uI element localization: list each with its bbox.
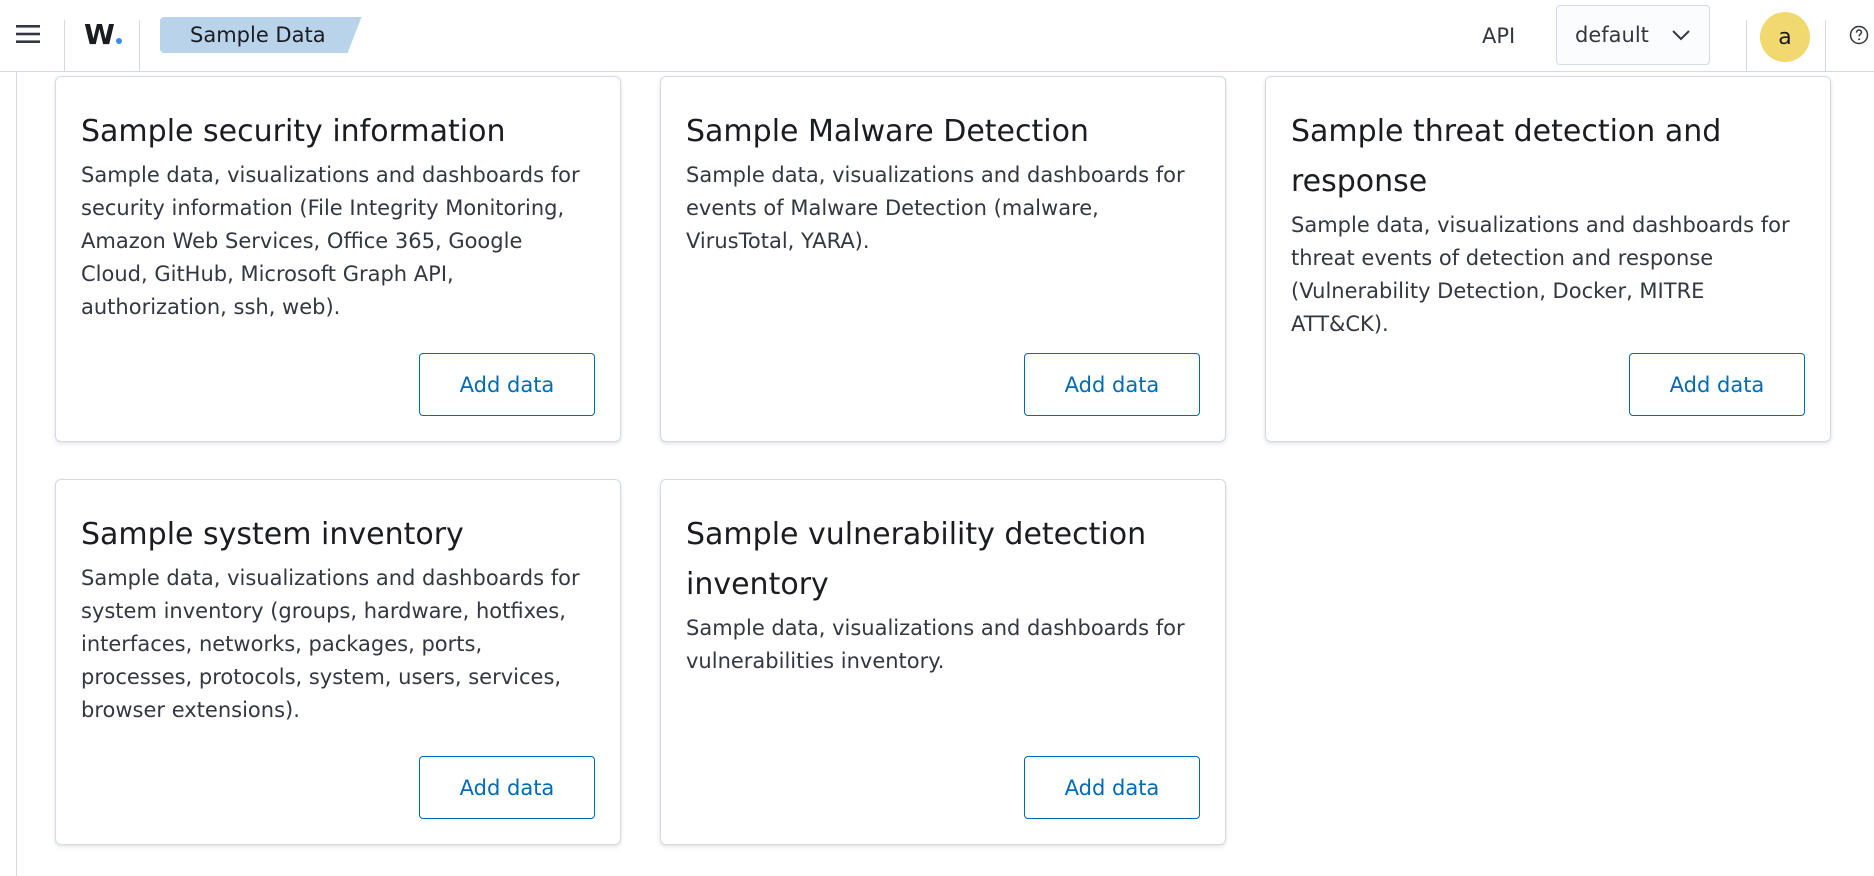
card-description: Sample data, visualizations and dashboar… — [81, 163, 580, 319]
header-divider — [1825, 20, 1826, 72]
menu-button[interactable] — [8, 14, 48, 54]
api-label: API — [1482, 24, 1516, 48]
breadcrumb-label: Sample Data — [190, 23, 326, 47]
user-avatar[interactable]: a — [1760, 12, 1810, 62]
add-data-button[interactable]: Add data — [1629, 353, 1805, 416]
sample-card-security: Sample security information Sample data,… — [55, 76, 621, 442]
card-title: Sample threat detection and response — [1291, 114, 1722, 199]
chevron-down-icon — [1672, 30, 1690, 41]
api-selector-value: default — [1575, 23, 1649, 47]
sample-card-threat: Sample threat detection and response Sam… — [1265, 76, 1831, 442]
card-description: Sample data, visualizations and dashboar… — [686, 163, 1185, 253]
side-rule — [16, 72, 17, 876]
top-header: W Sample Data API default a — [0, 0, 1874, 72]
api-link[interactable]: API — [1482, 18, 1515, 54]
card-title: Sample system inventory — [81, 517, 464, 552]
api-selector[interactable]: default — [1556, 5, 1710, 65]
add-data-button[interactable]: Add data — [419, 353, 595, 416]
card-title: Sample vulnerability detection inventory — [686, 517, 1147, 602]
sample-card-malware: Sample Malware Detection Sample data, vi… — [660, 76, 1226, 442]
sample-card-vulnerability: Sample vulnerability detection inventory… — [660, 479, 1226, 845]
header-divider — [1746, 20, 1747, 72]
help-button[interactable] — [1848, 24, 1870, 46]
add-data-button[interactable]: Add data — [1024, 353, 1200, 416]
add-data-button[interactable]: Add data — [1024, 756, 1200, 819]
avatar-initial: a — [1778, 24, 1792, 50]
add-data-button[interactable]: Add data — [419, 756, 595, 819]
header-divider — [139, 20, 140, 72]
card-description: Sample data, visualizations and dashboar… — [81, 566, 580, 722]
header-divider — [64, 20, 65, 72]
card-title: Sample Malware Detection — [686, 114, 1089, 149]
hamburger-icon — [16, 25, 40, 43]
logo-text: W — [84, 17, 115, 51]
app-logo[interactable]: W — [84, 14, 122, 54]
breadcrumb[interactable]: Sample Data — [160, 17, 362, 53]
logo-dot — [115, 38, 122, 44]
help-circle-icon — [1849, 25, 1869, 45]
card-description: Sample data, visualizations and dashboar… — [1291, 213, 1790, 336]
card-description: Sample data, visualizations and dashboar… — [686, 616, 1185, 673]
card-title: Sample security information — [81, 114, 506, 149]
sample-card-inventory: Sample system inventory Sample data, vis… — [55, 479, 621, 845]
